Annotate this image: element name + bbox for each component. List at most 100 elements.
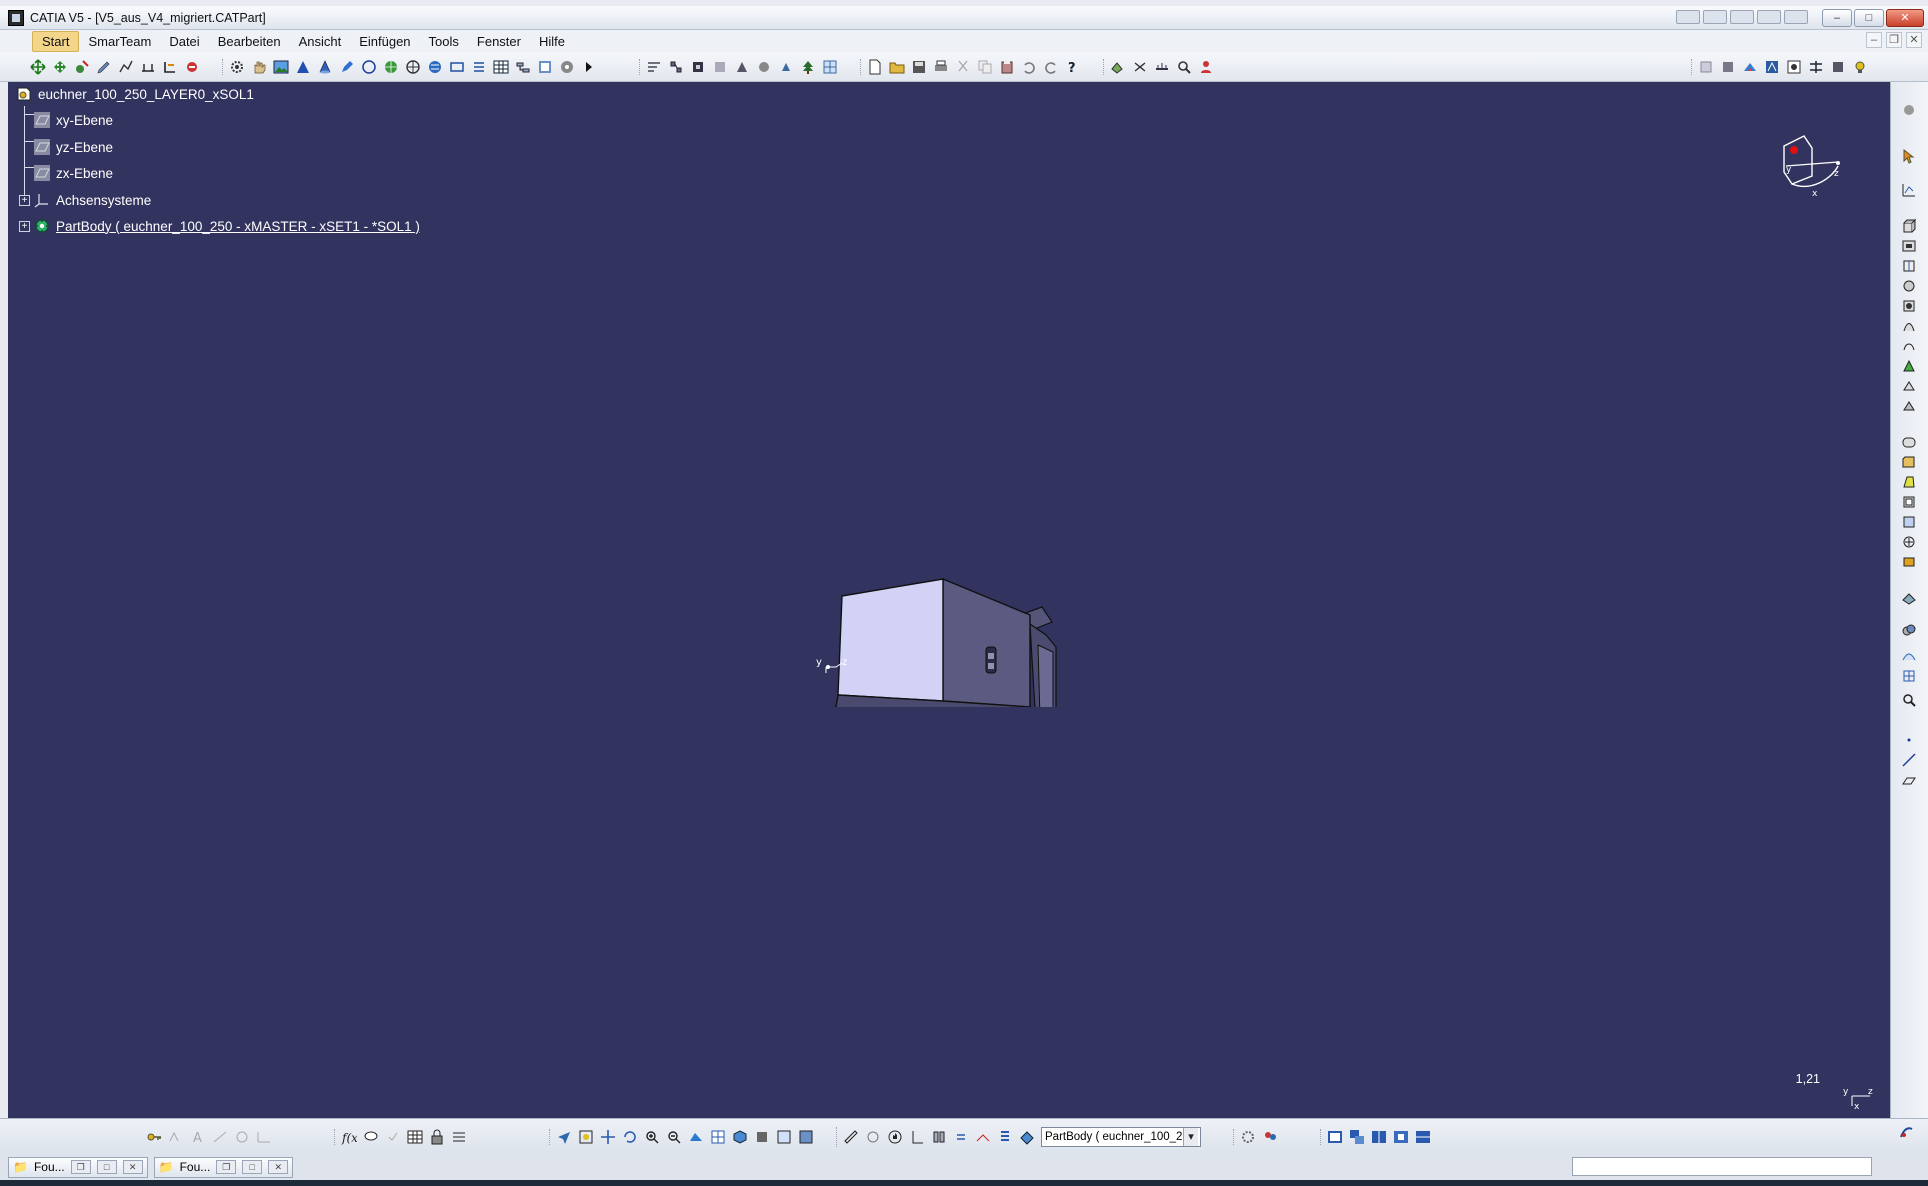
pan-view-icon[interactable] bbox=[600, 1129, 616, 1145]
tools-palette-icon[interactable] bbox=[931, 1129, 947, 1145]
tree-root[interactable]: euchner_100_250_LAYER0_xSOL1 bbox=[16, 84, 254, 104]
zoom-area-icon[interactable] bbox=[1901, 692, 1917, 708]
sync-icon[interactable] bbox=[953, 1129, 969, 1145]
hole-icon[interactable] bbox=[1901, 298, 1917, 314]
formula-fx-icon[interactable]: f(x) bbox=[341, 1129, 357, 1145]
target-icon[interactable] bbox=[405, 59, 421, 75]
ctrl-2[interactable] bbox=[1703, 10, 1727, 24]
operation7-icon[interactable] bbox=[778, 59, 794, 75]
fit-all-icon[interactable] bbox=[578, 1129, 594, 1145]
wheel-icon[interactable] bbox=[559, 59, 575, 75]
window-arrange-icon[interactable] bbox=[1415, 1129, 1431, 1145]
knowledge-icon[interactable] bbox=[1110, 59, 1126, 75]
menu-ansicht[interactable]: Ansicht bbox=[290, 32, 351, 51]
hand-tool-icon[interactable] bbox=[887, 1129, 903, 1145]
plane-tool-icon[interactable] bbox=[1901, 772, 1917, 788]
operation1-icon[interactable] bbox=[646, 59, 662, 75]
task-close-button[interactable]: ✕ bbox=[122, 1160, 143, 1174]
law-icon[interactable] bbox=[451, 1129, 467, 1145]
lock-icon[interactable] bbox=[429, 1129, 445, 1145]
stack-icon[interactable] bbox=[997, 1129, 1013, 1145]
snap-icon[interactable] bbox=[74, 59, 90, 75]
task-max-button[interactable]: □ bbox=[96, 1160, 117, 1174]
list-icon[interactable] bbox=[471, 59, 487, 75]
material-icon[interactable] bbox=[1764, 59, 1780, 75]
tree-item-partbody[interactable]: PartBody ( euchner_100_250 - xMASTER - x… bbox=[34, 216, 420, 236]
menu-tools[interactable]: Tools bbox=[420, 32, 468, 51]
pyramid-icon[interactable] bbox=[295, 59, 311, 75]
analysis-icon[interactable] bbox=[184, 59, 200, 75]
tree-item-axis-systems[interactable]: Achsensysteme bbox=[34, 190, 151, 210]
taskbar-item[interactable]: 📁 Fou... ❐ □ ✕ bbox=[153, 1156, 294, 1178]
hide-show-icon[interactable] bbox=[776, 1129, 792, 1145]
zoom-in-icon[interactable] bbox=[644, 1129, 660, 1145]
axis-arrow-icon[interactable] bbox=[975, 1129, 991, 1145]
new-file-icon[interactable] bbox=[867, 59, 883, 75]
shading-icon[interactable] bbox=[754, 1129, 770, 1145]
annotation3-icon[interactable] bbox=[212, 1129, 228, 1145]
window-tile-icon[interactable] bbox=[1327, 1129, 1343, 1145]
fly-icon[interactable] bbox=[556, 1129, 572, 1145]
grid-icon[interactable] bbox=[822, 59, 838, 75]
polyline-icon[interactable] bbox=[118, 59, 134, 75]
people-icon[interactable] bbox=[1262, 1129, 1278, 1145]
ruler-icon[interactable] bbox=[843, 1129, 859, 1145]
remove-face-icon[interactable] bbox=[1901, 554, 1917, 570]
image-icon[interactable] bbox=[273, 59, 289, 75]
cone-icon[interactable] bbox=[317, 59, 333, 75]
command-input[interactable] bbox=[1572, 1157, 1872, 1176]
fillet-icon[interactable] bbox=[1901, 434, 1917, 450]
menu-smarteam[interactable]: SmarTeam bbox=[79, 32, 160, 51]
design-table-icon[interactable] bbox=[407, 1129, 423, 1145]
taskbar-item[interactable]: 📁 Fou... ❐ □ ✕ bbox=[8, 1156, 148, 1178]
chamfer-icon[interactable] bbox=[1901, 454, 1917, 470]
axis-tool-icon[interactable] bbox=[909, 1129, 925, 1145]
move-icon[interactable] bbox=[30, 58, 46, 75]
thickness-icon[interactable] bbox=[1901, 514, 1917, 530]
iso-view-icon[interactable] bbox=[732, 1129, 748, 1145]
cut-icon[interactable] bbox=[955, 59, 971, 75]
normal-view-icon[interactable] bbox=[688, 1129, 704, 1145]
frame-icon[interactable] bbox=[449, 59, 465, 75]
comment-icon[interactable] bbox=[363, 1129, 379, 1145]
menu-bearbeiten[interactable]: Bearbeiten bbox=[209, 32, 290, 51]
window-split-icon[interactable] bbox=[1371, 1129, 1387, 1145]
history-icon[interactable] bbox=[865, 1129, 881, 1145]
close-button[interactable]: ✕ bbox=[1886, 9, 1924, 27]
table-icon[interactable] bbox=[493, 59, 509, 75]
rule-icon[interactable] bbox=[1154, 59, 1170, 75]
sketch-icon[interactable] bbox=[1901, 182, 1917, 198]
annotation2-icon[interactable]: A bbox=[190, 1129, 206, 1145]
thread-icon[interactable] bbox=[1901, 534, 1917, 550]
ctrl-3[interactable] bbox=[1730, 10, 1754, 24]
task-restore-button[interactable]: ❐ bbox=[216, 1160, 237, 1174]
task-max-button[interactable]: □ bbox=[242, 1160, 263, 1174]
view-icon[interactable] bbox=[1786, 59, 1802, 75]
pan-icon[interactable] bbox=[52, 59, 68, 75]
shell-icon[interactable] bbox=[1901, 494, 1917, 510]
pattern-icon[interactable] bbox=[1901, 668, 1917, 684]
remove-loft-icon[interactable] bbox=[1901, 398, 1917, 414]
measure-icon[interactable] bbox=[162, 59, 178, 75]
annotation4-icon[interactable] bbox=[234, 1129, 250, 1145]
redo-icon[interactable] bbox=[1043, 59, 1059, 75]
menu-einfuegen[interactable]: Einfügen bbox=[350, 32, 419, 51]
current-body-select[interactable]: PartBody ( euchner_100_25 bbox=[1041, 1126, 1201, 1147]
stiffener-icon[interactable] bbox=[1901, 358, 1917, 374]
zoom-out-icon[interactable] bbox=[666, 1129, 682, 1145]
key-icon[interactable] bbox=[146, 1129, 162, 1145]
pencil-icon[interactable] bbox=[96, 59, 112, 75]
ctrl-5[interactable] bbox=[1784, 10, 1808, 24]
draft-icon[interactable] bbox=[1901, 474, 1917, 490]
copy-icon[interactable] bbox=[977, 59, 993, 75]
point-icon[interactable] bbox=[1901, 732, 1917, 748]
surface-icon[interactable] bbox=[1901, 648, 1917, 664]
tree-item-zx-plane[interactable]: zx-Ebene bbox=[34, 163, 113, 183]
mdi-restore-button[interactable]: ❐ bbox=[1886, 32, 1902, 48]
minimize-button[interactable]: – bbox=[1822, 9, 1852, 27]
swap-view-icon[interactable] bbox=[798, 1129, 814, 1145]
window-new-icon[interactable] bbox=[1393, 1129, 1409, 1145]
window-cascade-icon[interactable] bbox=[1349, 1129, 1365, 1145]
menu-hilfe[interactable]: Hilfe bbox=[530, 32, 574, 51]
light-icon[interactable] bbox=[1852, 59, 1868, 75]
